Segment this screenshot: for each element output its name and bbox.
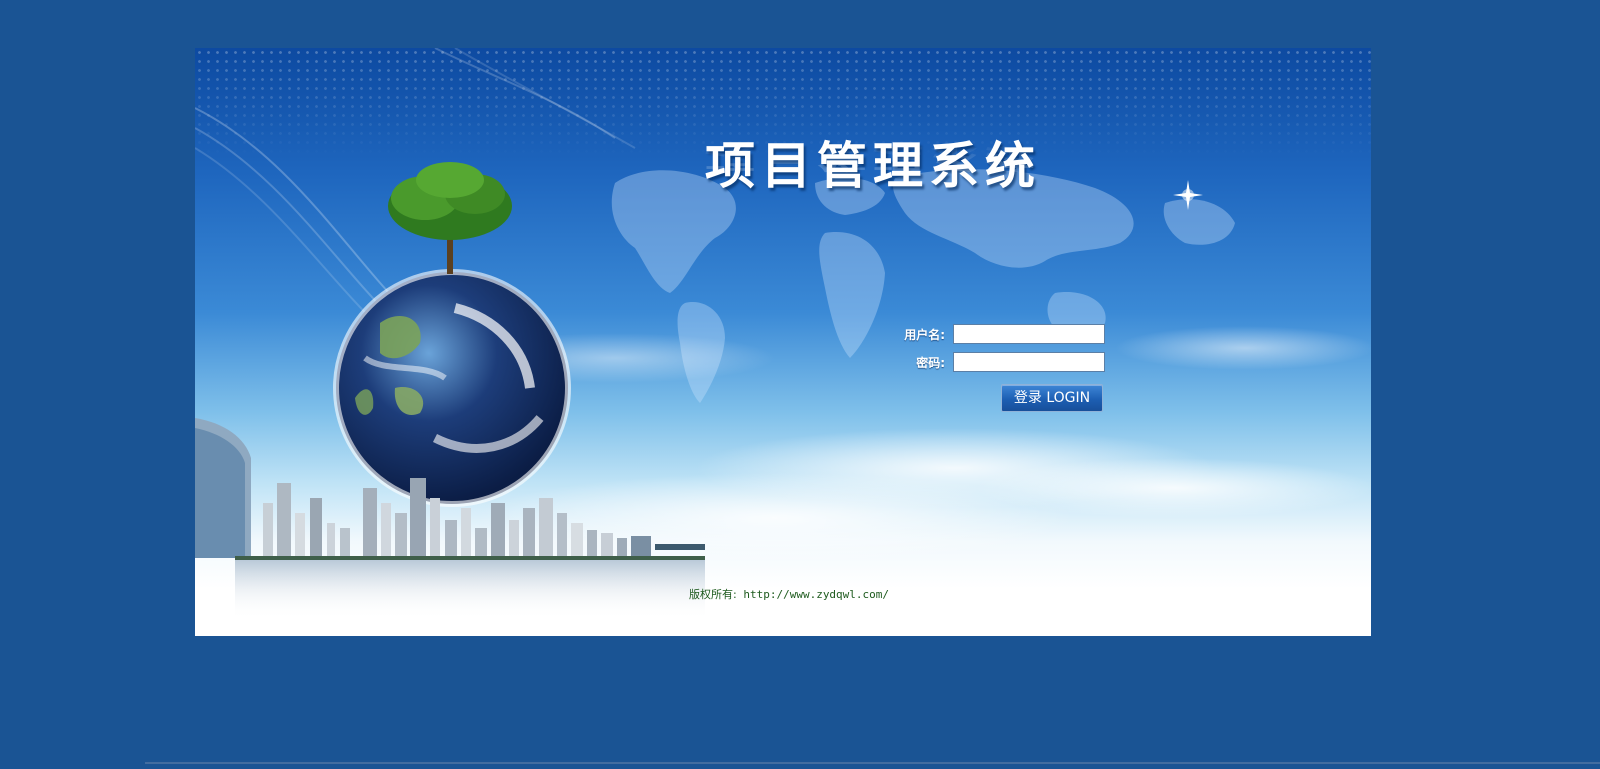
bottom-divider (145, 762, 1600, 764)
copyright-link[interactable]: http://www.zydqwl.com/ (743, 588, 889, 601)
login-banner: 项目管理系统 项目管理系统 用户名: 密码: 登录 LOGIN 版权所有: ht… (195, 48, 1371, 636)
app-title-reflection: 项目管理系统 (705, 142, 1041, 174)
username-field[interactable] (953, 324, 1105, 344)
copyright-label: 版权所有: (689, 588, 737, 601)
password-label: 密码: (916, 356, 945, 370)
globe-city-illustration (195, 162, 705, 618)
username-label: 用户名: (904, 328, 945, 342)
copyright-notice: 版权所有: http://www.zydqwl.com/ (689, 586, 889, 602)
login-button[interactable]: 登录 LOGIN (1001, 384, 1103, 412)
tree-icon (388, 162, 512, 274)
app-title-block: 项目管理系统 项目管理系统 (705, 126, 1085, 246)
password-field[interactable] (953, 352, 1105, 372)
earth-globe-icon (333, 269, 571, 507)
sparkle-star-icon (1173, 180, 1203, 210)
